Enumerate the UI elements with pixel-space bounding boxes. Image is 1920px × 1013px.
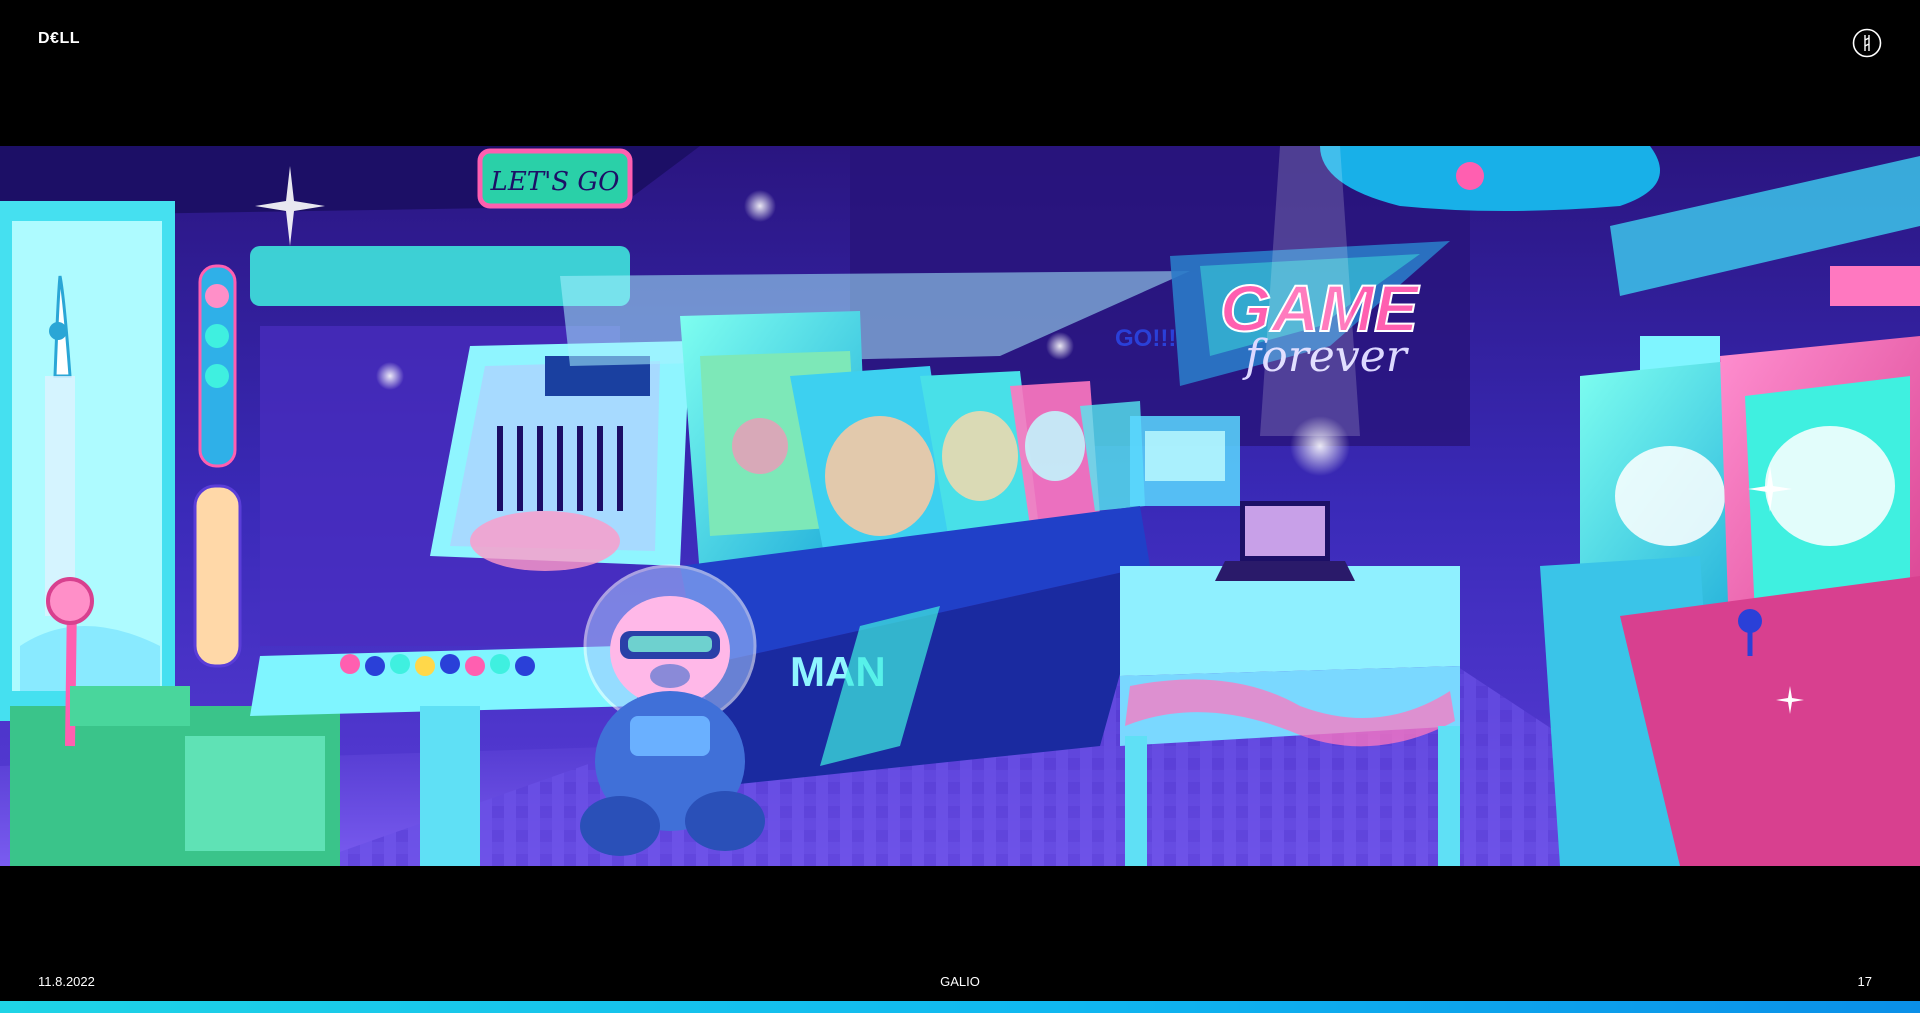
- bottom-accent-bar: [0, 1001, 1920, 1013]
- slide-page-number: 17: [1857, 974, 1872, 989]
- dell-logo: D€LL: [38, 30, 80, 47]
- svg-text:GO!!!: GO!!!: [1115, 325, 1176, 352]
- svg-text:LET'S GO: LET'S GO: [490, 167, 620, 197]
- slide: D€LL LET'S GO MAN GAME forever GO!!! 11.…: [0, 0, 1920, 1013]
- arcade-illustration: LET'S GO MAN GAME forever GO!!!: [0, 146, 1920, 866]
- slide-footer-title: GALIO: [940, 974, 980, 989]
- circle-emblem-icon: [1852, 28, 1882, 58]
